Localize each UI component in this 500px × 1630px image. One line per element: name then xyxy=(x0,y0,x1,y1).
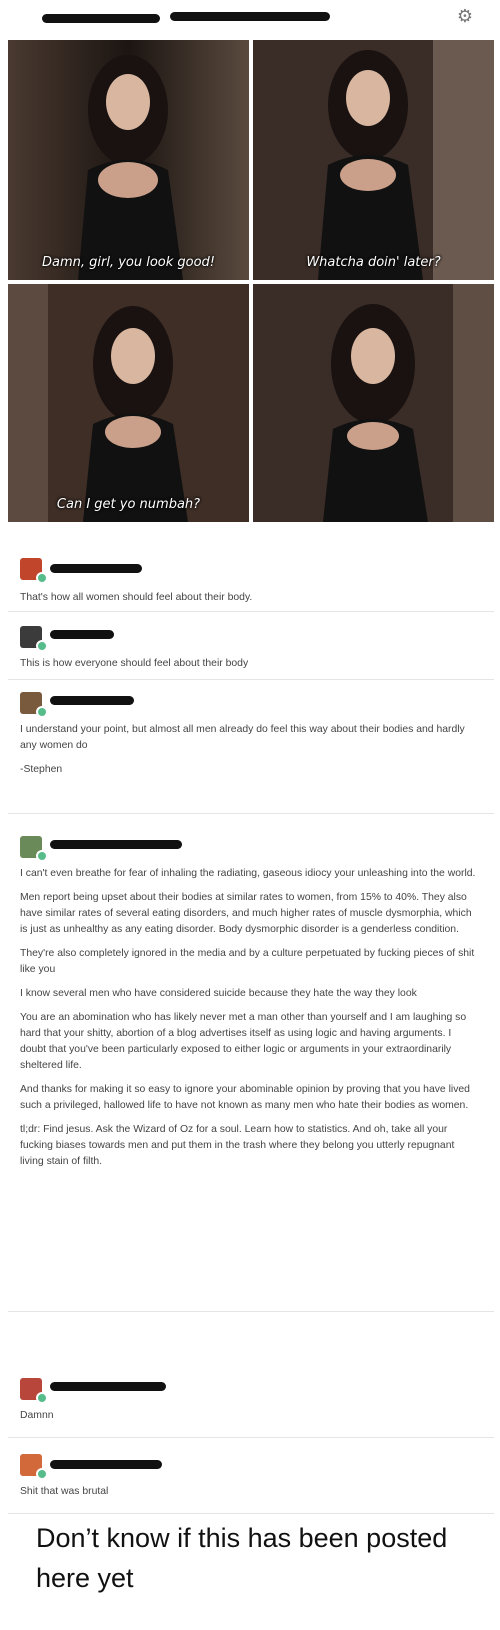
reblog-badge-icon xyxy=(36,1392,48,1404)
reblog-comment: I understand your point, but almost all … xyxy=(8,686,494,814)
comment-body: I can't even breathe for fear of inhalin… xyxy=(20,866,478,1178)
photo-illustration xyxy=(8,284,249,522)
photo-illustration xyxy=(8,40,249,280)
redacted-username xyxy=(42,14,160,23)
comment-body: Damnn xyxy=(20,1408,478,1432)
redacted-username[interactable] xyxy=(50,564,142,573)
reblog-comment: Shit that was brutal xyxy=(8,1448,494,1514)
reblog-comment: This is how everyone should feel about t… xyxy=(8,618,494,680)
panel-caption: Can I get yo numbah? xyxy=(56,497,201,512)
panel-caption: Whatcha doin' later? xyxy=(306,255,441,270)
comment-body: This is how everyone should feel about t… xyxy=(20,656,478,680)
reblog-comment: I can't even breathe for fear of inhalin… xyxy=(8,828,494,1312)
photo-panel[interactable]: Damn, girl, you look good! xyxy=(8,40,249,280)
top-bar: ⚙ xyxy=(0,0,500,34)
comment-text: Men report being upset about their bodie… xyxy=(20,892,472,935)
photo-illustration xyxy=(253,40,494,280)
reblog-badge-icon xyxy=(36,1468,48,1480)
reblog-badge-icon xyxy=(36,706,48,718)
photo-illustration xyxy=(253,284,494,522)
redacted-username[interactable] xyxy=(50,696,134,705)
redacted-username[interactable] xyxy=(50,1382,166,1391)
redacted-username[interactable] xyxy=(50,1460,162,1469)
comment-text: I understand your point, but almost all … xyxy=(20,724,465,751)
comment-text: -Stephen xyxy=(20,764,63,775)
reblog-comment: Damnn xyxy=(8,1372,494,1438)
redacted-username[interactable] xyxy=(50,840,182,849)
comment-text: That's how all women should feel about t… xyxy=(20,592,253,603)
comment-text: I know several men who have considered s… xyxy=(20,988,417,999)
reblog-badge-icon xyxy=(36,850,48,862)
reblog-badge-icon xyxy=(36,640,48,652)
redacted-reblog-name xyxy=(170,12,330,21)
comment-body: I understand your point, but almost all … xyxy=(20,722,478,786)
comment-body: Shit that was brutal xyxy=(20,1484,478,1508)
photo-grid: Damn, girl, you look good! Whatcha doin'… xyxy=(8,40,494,542)
panel-caption: Damn, girl, you look good! xyxy=(41,255,216,270)
comment-body: That's how all women should feel about t… xyxy=(20,590,478,614)
comment-text: You are an abomination who has likely ne… xyxy=(20,1012,467,1071)
comment-text: And thanks for making it so easy to igno… xyxy=(20,1084,470,1111)
photo-panel[interactable]: Whatcha doin' later? xyxy=(253,40,494,280)
comment-text: This is how everyone should feel about t… xyxy=(20,658,249,669)
reblog-comment: That's how all women should feel about t… xyxy=(8,552,494,612)
gear-icon[interactable]: ⚙ xyxy=(456,8,474,26)
comment-text: tl;dr: Find jesus. Ask the Wizard of Oz … xyxy=(20,1124,455,1167)
photo-panel[interactable] xyxy=(253,284,494,522)
post-caption: Don’t know if this has been posted here … xyxy=(36,1523,448,1593)
comment-text: Shit that was brutal xyxy=(20,1486,109,1497)
redacted-username[interactable] xyxy=(50,630,114,639)
photo-panel[interactable]: Can I get yo numbah? xyxy=(8,284,249,522)
comment-text: They're also completely ignored in the m… xyxy=(20,948,475,975)
reblog-badge-icon xyxy=(36,572,48,584)
comment-text: I can't even breathe for fear of inhalin… xyxy=(20,868,476,879)
comment-text: Damnn xyxy=(20,1410,54,1421)
